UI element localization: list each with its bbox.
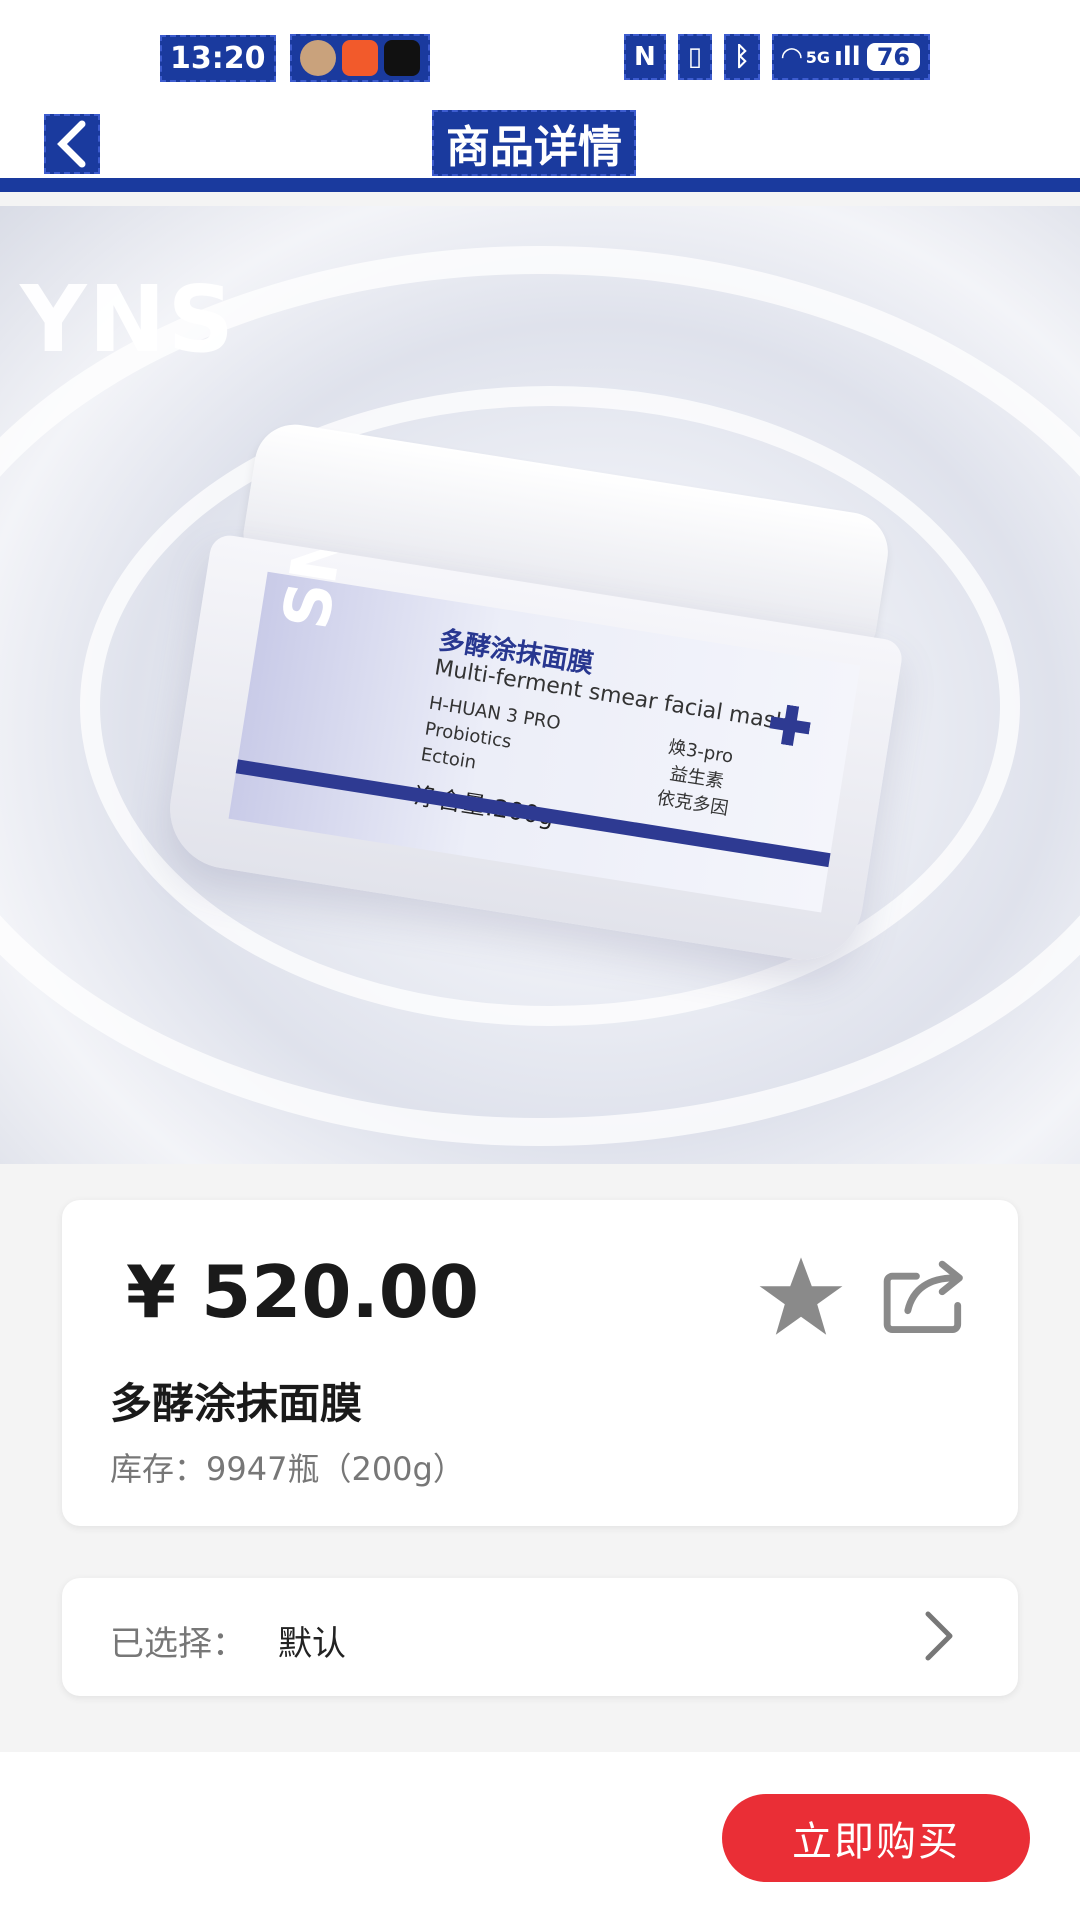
- network-status: ◠ 5G ıll 76: [771, 34, 931, 80]
- chevron-right-icon: [925, 1611, 953, 1661]
- product-image[interactable]: YNS SNS 多酵涂抹面膜 Multi-ferment smear facia…: [0, 206, 1080, 1164]
- jar-label: SNS 多酵涂抹面膜 Multi-ferment smear facial ma…: [228, 533, 861, 913]
- clock: 13:20: [160, 34, 276, 82]
- product-name: 多酵涂抹面膜: [110, 1379, 363, 1428]
- brand-watermark: YNS: [20, 266, 236, 373]
- selection-value: 默认: [278, 1624, 346, 1664]
- battery-level: 76: [866, 43, 921, 71]
- avatar-notification-icon: [299, 40, 336, 76]
- share-icon[interactable]: [882, 1256, 968, 1336]
- bluetooth-icon: ᛒ: [724, 34, 760, 80]
- bottom-action-bar: 立即购买: [0, 1752, 1080, 1920]
- star-icon[interactable]: [756, 1252, 846, 1342]
- app-notification-icon: [341, 40, 378, 76]
- status-bar: 13:20 N ▯ ᛒ ◠ 5G ıll 76: [0, 0, 1080, 100]
- stock-label: 库存：: [110, 1450, 207, 1488]
- vibrate-icon: ▯: [677, 34, 713, 80]
- page-title: 商品详情: [432, 110, 636, 176]
- label-ingredients-cn: 焕3-pro 益生素 依克多因: [655, 734, 738, 822]
- signal-type: 5G: [805, 47, 830, 67]
- buy-now-button[interactable]: 立即购买: [722, 1794, 1030, 1882]
- stock-value: 9947瓶（200g）: [206, 1450, 465, 1488]
- spec-selector[interactable]: 已选择： 默认: [62, 1578, 1018, 1696]
- wifi-icon: ◠: [781, 42, 802, 72]
- product-info-card: ¥ 520.00 多酵涂抹面膜 库存：9947瓶（200g）: [62, 1200, 1018, 1526]
- navigation-bar: 商品详情: [0, 100, 1080, 192]
- product-price: ¥ 520.00: [126, 1250, 480, 1334]
- selection-label: 已选择：: [110, 1624, 246, 1664]
- signal-bars-icon: ıll: [833, 42, 861, 72]
- back-button[interactable]: [44, 114, 100, 174]
- douyin-notification-icon: [383, 40, 420, 76]
- nfc-icon: N: [624, 34, 666, 80]
- chevron-left-icon: [57, 120, 86, 168]
- notification-app-icons: [289, 34, 430, 82]
- stock-info: 库存：9947瓶（200g）: [110, 1444, 465, 1490]
- label-ingredients-en: H-HUAN 3 PRO Probiotics Ectoin: [419, 691, 563, 789]
